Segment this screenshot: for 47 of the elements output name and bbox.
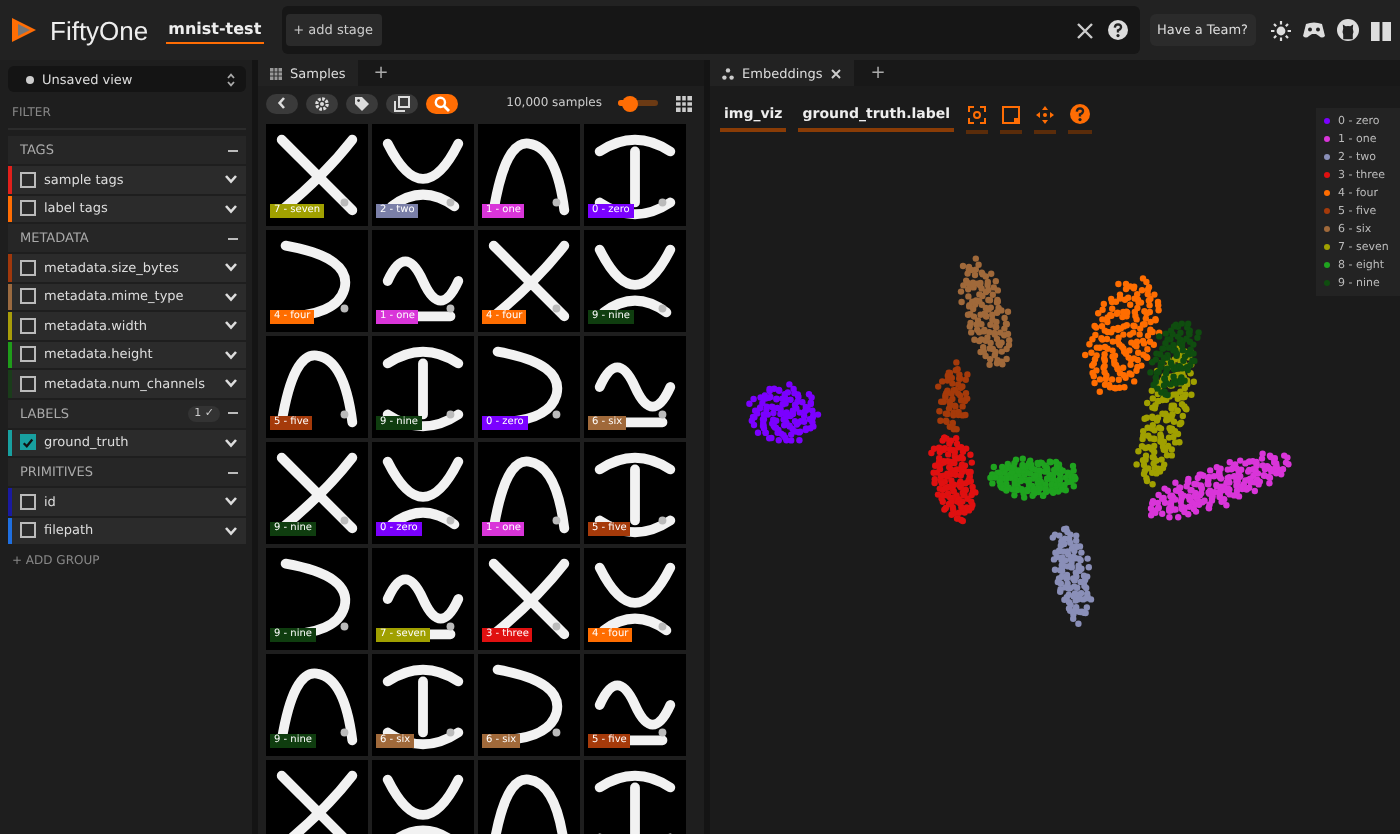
checkbox[interactable]	[20, 288, 36, 305]
chevron-down-icon[interactable]	[224, 349, 238, 360]
settings-button[interactable]	[306, 93, 338, 113]
dot-icon	[26, 75, 34, 83]
close-icon[interactable]	[830, 67, 843, 79]
back-button[interactable]	[266, 93, 298, 113]
checkbox[interactable]	[20, 259, 36, 276]
new-tab-button[interactable]: +	[369, 63, 393, 83]
copy-icon[interactable]	[394, 95, 410, 111]
chevron-down-icon[interactable]	[224, 174, 238, 185]
checkbox[interactable]	[20, 493, 36, 510]
chevron-down-icon[interactable]	[224, 203, 238, 214]
checkbox[interactable]	[20, 171, 36, 188]
copy-button[interactable]	[386, 93, 418, 113]
checkbox[interactable]	[20, 346, 36, 363]
app-title: FiftyOne	[50, 15, 149, 45]
sun-icon[interactable]	[1270, 19, 1292, 41]
chevron-down-icon[interactable]	[224, 437, 238, 448]
chevron-down-icon[interactable]	[224, 320, 238, 331]
scatter-icon	[722, 67, 734, 79]
chevron-down-icon[interactable]	[224, 291, 238, 302]
chevron-down-icon[interactable]	[224, 525, 238, 536]
checkbox[interactable]	[20, 434, 36, 451]
checkbox[interactable]	[20, 522, 36, 539]
help-icon[interactable]	[1107, 20, 1128, 40]
checkbox[interactable]	[20, 317, 36, 334]
checkbox[interactable]	[20, 375, 36, 392]
help-button[interactable]	[1068, 98, 1093, 134]
grid-icon	[270, 67, 282, 79]
logo-icon	[8, 14, 40, 46]
chevron-down-icon[interactable]	[224, 496, 238, 507]
new-tab-button[interactable]: +	[866, 63, 890, 83]
gear-icon[interactable]	[314, 95, 330, 111]
tag-button[interactable]	[346, 93, 378, 113]
close-icon[interactable]	[1075, 21, 1094, 39]
slider-thumb[interactable]	[622, 95, 638, 111]
grid-layout-icon[interactable]	[676, 95, 692, 111]
gamepad-icon[interactable]	[1302, 20, 1326, 40]
tag-icon[interactable]	[354, 95, 370, 111]
chevron-down-icon[interactable]	[224, 262, 238, 273]
zoom-slider[interactable]	[618, 100, 658, 106]
dataset-selector[interactable]: mnist-test	[166, 16, 264, 44]
checkbox[interactable]	[20, 200, 36, 217]
search-button[interactable]	[426, 93, 458, 113]
chevron-down-icon[interactable]	[224, 378, 238, 389]
chevron-left-icon[interactable]	[276, 96, 288, 110]
up-down-caret-icon	[226, 71, 236, 87]
